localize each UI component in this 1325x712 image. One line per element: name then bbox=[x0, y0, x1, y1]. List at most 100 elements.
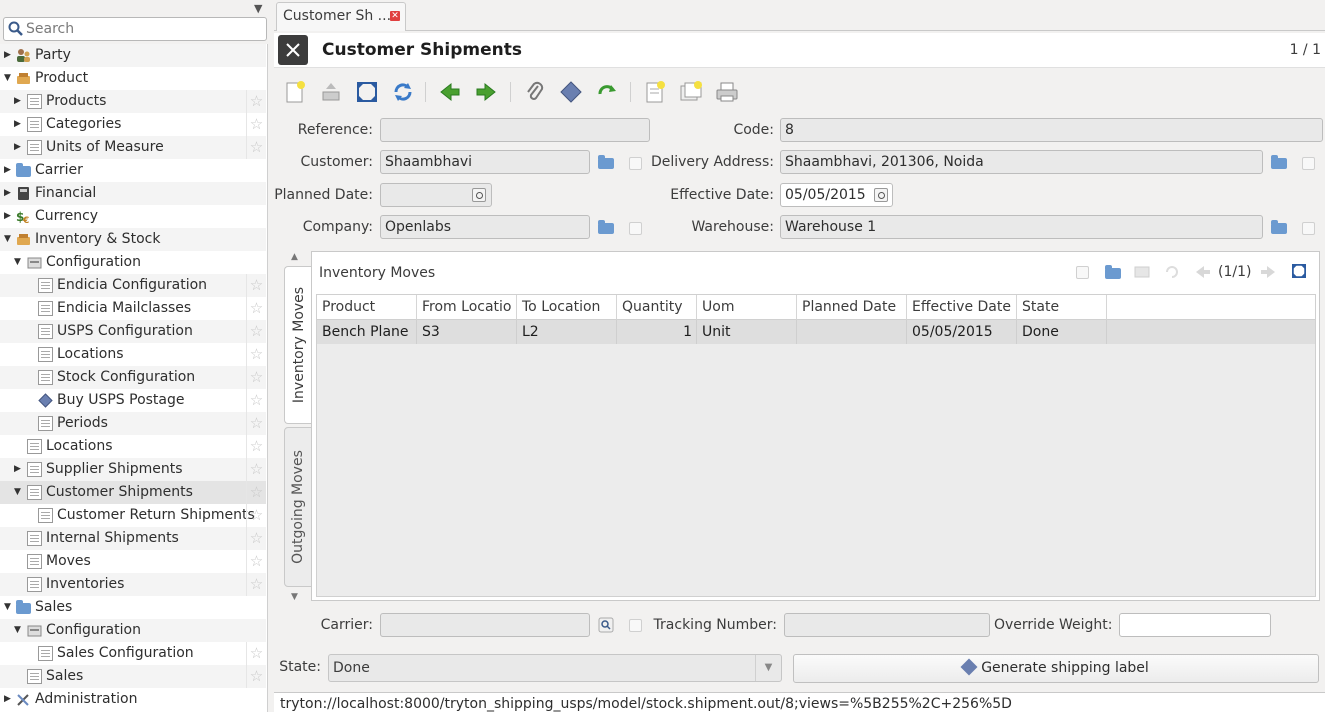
switch-view-icon[interactable] bbox=[355, 80, 379, 104]
email-icon[interactable] bbox=[679, 80, 703, 104]
warehouse-field[interactable]: Warehouse 1 bbox=[780, 215, 1263, 239]
next-record-icon[interactable] bbox=[474, 80, 498, 104]
sidebar-item-products[interactable]: ▶ Products ☆ bbox=[0, 90, 266, 113]
cell-effective-date[interactable]: 05/05/2015 bbox=[907, 320, 1017, 344]
previous-record-icon[interactable] bbox=[438, 80, 462, 104]
sidebar-item-moves[interactable]: Moves ☆ bbox=[0, 550, 266, 573]
favorite-star-icon[interactable]: ☆ bbox=[246, 113, 266, 136]
sidebar-item-customer-shipments[interactable]: ▼ Customer Shipments ☆ bbox=[0, 481, 266, 504]
column-header-to-location[interactable]: To Location bbox=[517, 295, 617, 320]
column-header-state[interactable]: State bbox=[1017, 295, 1107, 320]
moves-previous-icon[interactable] bbox=[1195, 265, 1211, 279]
tab-customer-shipments[interactable]: Customer Sh ... ✕ bbox=[276, 2, 406, 31]
action-icon[interactable] bbox=[559, 80, 583, 104]
favorite-star-icon[interactable]: ☆ bbox=[246, 389, 266, 412]
sidebar-item-stock-configuration[interactable]: Stock Configuration ☆ bbox=[0, 366, 266, 389]
favorite-star-icon[interactable]: ☆ bbox=[246, 274, 266, 297]
favorite-star-icon[interactable]: ☆ bbox=[246, 412, 266, 435]
favorite-star-icon[interactable]: ☆ bbox=[246, 343, 266, 366]
cell-product[interactable]: Bench Plane bbox=[317, 320, 417, 344]
sidebar-item-buy-usps-postage[interactable]: Buy USPS Postage ☆ bbox=[0, 389, 266, 412]
report-icon[interactable] bbox=[643, 80, 667, 104]
delivery-address-open-folder-icon[interactable] bbox=[1271, 155, 1287, 169]
favorite-star-icon[interactable]: ☆ bbox=[246, 527, 266, 550]
column-header-from-location[interactable]: From Locatio bbox=[417, 295, 517, 320]
delivery-address-checkbox[interactable] bbox=[1302, 157, 1315, 170]
favorite-star-icon[interactable]: ☆ bbox=[246, 504, 266, 527]
column-header-product[interactable]: Product bbox=[317, 295, 417, 320]
collapse-arrow-icon[interactable]: ▼ bbox=[4, 67, 14, 90]
tracking-number-field[interactable] bbox=[784, 613, 990, 637]
code-field[interactable]: 8 bbox=[780, 118, 1323, 142]
relate-icon[interactable] bbox=[595, 80, 619, 104]
moves-new-icon[interactable] bbox=[1076, 266, 1089, 279]
search-input[interactable] bbox=[26, 20, 262, 38]
expand-arrow-icon[interactable]: ▶ bbox=[4, 688, 14, 711]
tab-outgoing-moves[interactable]: Outgoing Moves bbox=[284, 427, 312, 587]
sidebar-item-sales-configuration-group[interactable]: ▼ Configuration bbox=[0, 619, 266, 642]
sidebar-item-currency[interactable]: ▶ $ € Currency bbox=[0, 205, 266, 228]
sidebar-item-inventories[interactable]: Inventories ☆ bbox=[0, 573, 266, 596]
customer-open-folder-icon[interactable] bbox=[598, 155, 614, 169]
carrier-field[interactable] bbox=[380, 613, 590, 637]
moves-switch-view-icon[interactable] bbox=[1291, 264, 1307, 278]
cell-quantity[interactable]: 1 bbox=[617, 320, 697, 344]
sidebar-item-locations[interactable]: Locations ☆ bbox=[0, 435, 266, 458]
favorite-star-icon[interactable]: ☆ bbox=[246, 320, 266, 343]
sidebar-item-sales-configuration[interactable]: Sales Configuration ☆ bbox=[0, 642, 266, 665]
attachment-icon[interactable] bbox=[523, 80, 547, 104]
sidebar-item-categories[interactable]: ▶ Categories ☆ bbox=[0, 113, 266, 136]
cell-planned-date[interactable] bbox=[797, 320, 907, 344]
sidebar-item-endicia-mailclasses[interactable]: Endicia Mailclasses ☆ bbox=[0, 297, 266, 320]
collapse-arrow-icon[interactable]: ▼ bbox=[14, 619, 24, 642]
cell-to-location[interactable]: L2 bbox=[517, 320, 617, 344]
expand-arrow-icon[interactable]: ▶ bbox=[4, 182, 14, 205]
column-header-quantity[interactable]: Quantity bbox=[617, 295, 697, 320]
moves-next-icon[interactable] bbox=[1260, 265, 1276, 279]
reload-icon[interactable] bbox=[391, 80, 415, 104]
favorite-star-icon[interactable]: ☆ bbox=[246, 435, 266, 458]
sidebar-item-carrier[interactable]: ▶ Carrier bbox=[0, 159, 266, 182]
sidebar-item-supplier-shipments[interactable]: ▶ Supplier Shipments ☆ bbox=[0, 458, 266, 481]
favorite-star-icon[interactable]: ☆ bbox=[246, 573, 266, 596]
sidebar-item-units-of-measure[interactable]: ▶ Units of Measure ☆ bbox=[0, 136, 266, 159]
sidebar-item-inventory-stock[interactable]: ▼ Inventory & Stock bbox=[0, 228, 266, 251]
sidebar-item-party[interactable]: ▶ Party bbox=[0, 44, 266, 67]
favorite-star-icon[interactable]: ☆ bbox=[246, 90, 266, 113]
favorite-star-icon[interactable]: ☆ bbox=[246, 642, 266, 665]
planned-date-calendar-icon[interactable] bbox=[472, 188, 486, 202]
notebook-scroll-up-icon[interactable]: ▲ bbox=[291, 252, 298, 262]
save-icon[interactable] bbox=[319, 80, 343, 104]
notebook-scroll-down-icon[interactable]: ▼ bbox=[291, 592, 298, 602]
moves-undo-icon[interactable] bbox=[1163, 265, 1179, 279]
collapse-arrow-icon[interactable]: ▼ bbox=[14, 481, 24, 504]
carrier-search-icon[interactable] bbox=[598, 617, 614, 633]
favorite-star-icon[interactable]: ☆ bbox=[246, 297, 266, 320]
sidebar-item-sales[interactable]: ▼ Sales bbox=[0, 596, 266, 619]
company-field[interactable]: Openlabs bbox=[380, 215, 590, 239]
cell-from-location[interactable]: S3 bbox=[417, 320, 517, 344]
sidebar-item-configuration[interactable]: ▼ Configuration bbox=[0, 251, 266, 274]
collapse-arrow-icon[interactable]: ▼ bbox=[14, 251, 24, 274]
sidebar-item-periods[interactable]: Periods ☆ bbox=[0, 412, 266, 435]
favorite-star-icon[interactable]: ☆ bbox=[246, 481, 266, 504]
sidebar-item-customer-return-shipments[interactable]: Customer Return Shipments ☆ bbox=[0, 504, 266, 527]
new-record-icon[interactable] bbox=[283, 80, 307, 104]
column-header-planned-date[interactable]: Planned Date bbox=[797, 295, 907, 320]
moves-delete-icon[interactable] bbox=[1134, 265, 1150, 279]
carrier-checkbox[interactable] bbox=[629, 619, 642, 632]
search-box[interactable] bbox=[3, 17, 267, 41]
favorite-star-icon[interactable]: ☆ bbox=[246, 136, 266, 159]
sidebar-item-product[interactable]: ▼ Product bbox=[0, 67, 266, 90]
collapse-arrow-icon[interactable]: ▼ bbox=[4, 228, 14, 251]
favorite-star-icon[interactable]: ☆ bbox=[246, 550, 266, 573]
tab-inventory-moves[interactable]: Inventory Moves bbox=[284, 266, 312, 424]
expand-arrow-icon[interactable]: ▶ bbox=[4, 159, 14, 182]
warehouse-open-folder-icon[interactable] bbox=[1271, 220, 1287, 234]
effective-date-calendar-icon[interactable] bbox=[874, 188, 888, 202]
column-header-uom[interactable]: Uom bbox=[697, 295, 797, 320]
close-icon[interactable]: ✕ bbox=[390, 11, 400, 21]
expand-arrow-icon[interactable]: ▶ bbox=[14, 90, 24, 113]
sidebar-item-usps-configuration[interactable]: USPS Configuration ☆ bbox=[0, 320, 266, 343]
column-header-effective-date[interactable]: Effective Date bbox=[907, 295, 1017, 320]
